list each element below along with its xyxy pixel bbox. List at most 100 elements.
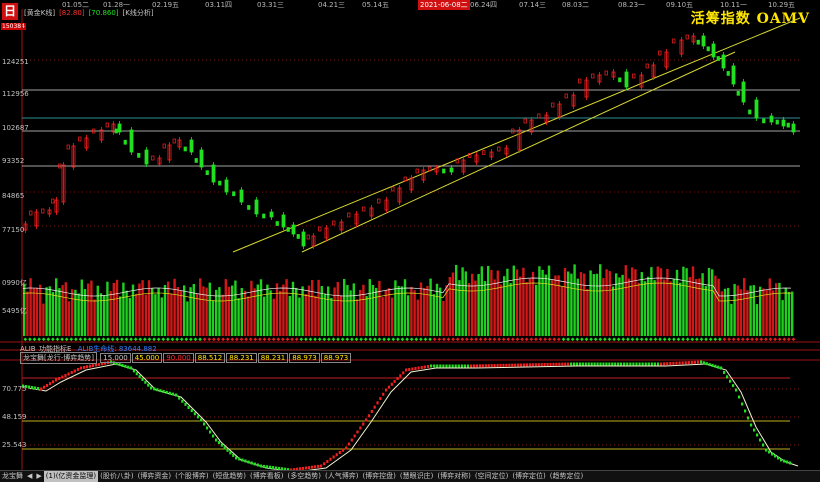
candle-body bbox=[162, 143, 166, 149]
tab-item[interactable]: (1)(亿资金监理) bbox=[43, 471, 99, 482]
signal-marker bbox=[322, 337, 327, 342]
volume-bar bbox=[202, 286, 205, 336]
oscillator-dot bbox=[502, 363, 505, 367]
tab-item[interactable]: (博弈控盘) bbox=[360, 471, 397, 482]
tab-item[interactable]: (博弈对称) bbox=[435, 471, 472, 482]
signal-marker bbox=[469, 337, 474, 342]
candle-body bbox=[706, 46, 710, 52]
signal-marker bbox=[460, 337, 465, 342]
candle-body bbox=[114, 128, 118, 134]
tab-item[interactable]: (多空趋势) bbox=[286, 471, 323, 482]
kline-chart[interactable] bbox=[0, 0, 820, 470]
volume-bar bbox=[227, 286, 231, 336]
oscillator-dot bbox=[379, 397, 382, 401]
oscillator-dot bbox=[528, 363, 532, 367]
tab-item[interactable]: ▶ bbox=[34, 471, 43, 482]
signal-marker bbox=[299, 337, 304, 342]
volume-bar bbox=[451, 272, 455, 336]
oscillator-dot bbox=[408, 368, 411, 371]
signal-marker bbox=[166, 337, 170, 342]
oscillator-dot bbox=[238, 457, 241, 461]
tab-item[interactable]: (慧眼识庄) bbox=[398, 471, 435, 482]
volume-bar bbox=[128, 297, 131, 336]
signal-marker bbox=[437, 337, 442, 342]
volume-bar bbox=[355, 299, 359, 336]
signal-marker bbox=[69, 337, 74, 342]
volume-bar bbox=[458, 280, 461, 336]
oscillator-dot bbox=[92, 364, 95, 368]
signal-marker bbox=[497, 337, 501, 342]
tab-item[interactable]: (趋势定位) bbox=[548, 471, 585, 482]
oscillator-dot bbox=[660, 362, 663, 366]
tab-item[interactable]: (短盘趋势) bbox=[211, 471, 248, 482]
volume-bar bbox=[163, 284, 167, 336]
candle-body bbox=[117, 123, 122, 133]
signal-marker bbox=[423, 337, 428, 342]
tab-item[interactable]: ◀ bbox=[25, 471, 34, 482]
indicator2-value: 88.973 bbox=[289, 353, 320, 363]
indicator2-value: 90.000 bbox=[163, 353, 194, 363]
oscillator-dot bbox=[241, 458, 244, 462]
volume-bar bbox=[474, 280, 477, 336]
candle-body bbox=[672, 38, 676, 44]
volume-bar bbox=[259, 279, 263, 336]
volume-bar bbox=[573, 264, 576, 336]
oscillator-dot bbox=[522, 363, 526, 367]
volume-bar bbox=[775, 283, 778, 336]
volume-bar bbox=[592, 274, 595, 336]
oscillator-dot bbox=[405, 368, 408, 372]
tab-item[interactable]: (股价八卦) bbox=[98, 471, 135, 482]
volume-bar bbox=[83, 289, 87, 336]
oscillator-dot bbox=[220, 443, 223, 447]
oscillator-dot bbox=[83, 365, 86, 369]
volume-bar bbox=[103, 295, 106, 336]
tab-item[interactable]: (博弈定位) bbox=[510, 471, 547, 482]
volume-bar bbox=[787, 292, 791, 336]
volume-bar bbox=[746, 290, 749, 336]
volume-bar bbox=[96, 285, 99, 336]
tab-item[interactable]: (人气博弈) bbox=[323, 471, 360, 482]
oscillator-dot bbox=[272, 466, 275, 470]
oscillator-dot bbox=[714, 364, 717, 368]
candle-body bbox=[578, 78, 582, 84]
signal-marker bbox=[248, 337, 253, 342]
tab-item[interactable]: (个股博弈) bbox=[173, 471, 210, 482]
oscillator-dot bbox=[511, 363, 514, 367]
volume-bar bbox=[186, 301, 189, 336]
oscillator-dot bbox=[171, 392, 175, 396]
signal-marker bbox=[676, 337, 681, 342]
volume-bar bbox=[791, 291, 794, 336]
oscillator-dot bbox=[729, 379, 732, 383]
tab-item[interactable]: (博弈资金) bbox=[136, 471, 173, 482]
signal-marker bbox=[262, 337, 267, 342]
volume-bar bbox=[195, 293, 199, 336]
signal-marker bbox=[152, 337, 156, 342]
oscillator-dot bbox=[696, 360, 700, 364]
volume-bar bbox=[90, 280, 93, 336]
oscillator-dot bbox=[693, 360, 697, 364]
oscillator-dot bbox=[448, 364, 451, 368]
oscillator-dot bbox=[478, 364, 482, 368]
signal-marker bbox=[336, 337, 340, 342]
tab-item[interactable]: (空间定位) bbox=[473, 471, 510, 482]
volume-bar bbox=[218, 287, 221, 336]
oscillator-dot bbox=[687, 361, 690, 365]
tab-item[interactable]: (博弈看板) bbox=[248, 471, 285, 482]
volume-bar bbox=[58, 288, 61, 336]
volume-bar bbox=[730, 303, 733, 336]
oscillator-dot bbox=[367, 414, 371, 418]
volume-bar bbox=[151, 288, 154, 336]
oscillator-dot bbox=[353, 434, 356, 438]
candle-body bbox=[632, 73, 636, 79]
oscillator-dot bbox=[347, 442, 351, 446]
oscillator-dot bbox=[735, 388, 738, 392]
signal-marker bbox=[520, 337, 524, 342]
tab-item[interactable]: 龙宝舞 bbox=[0, 471, 25, 482]
volume-bar bbox=[285, 279, 288, 336]
oscillator-dot bbox=[552, 362, 555, 366]
volume-bar bbox=[455, 264, 458, 336]
oscillator-dot bbox=[451, 364, 454, 368]
signal-marker bbox=[681, 337, 685, 342]
volume-bar bbox=[311, 280, 314, 336]
signal-marker bbox=[409, 337, 414, 342]
